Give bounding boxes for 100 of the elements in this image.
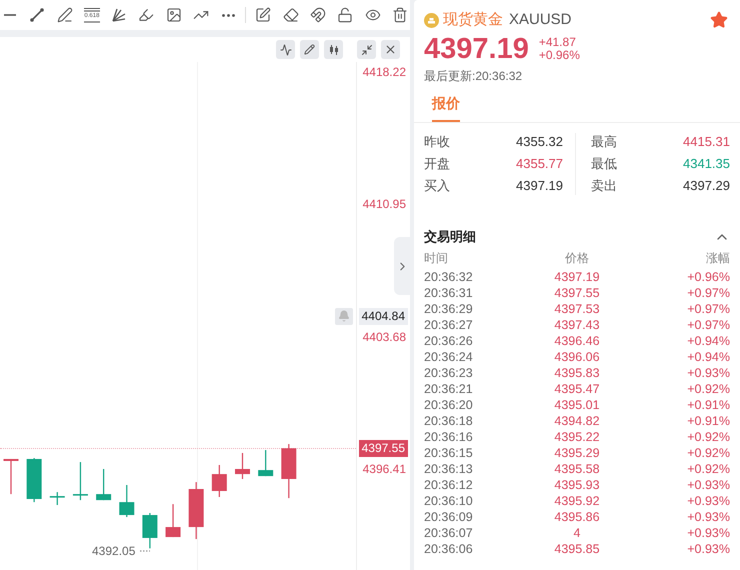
trade-change: +0.93% bbox=[687, 524, 730, 540]
segment-icon bbox=[29, 7, 46, 23]
eye-icon bbox=[364, 7, 380, 23]
trade-price: 4395.47 bbox=[554, 380, 600, 396]
trade-time: 20:36:29 bbox=[424, 300, 473, 316]
trade-time: 20:36:24 bbox=[424, 348, 473, 364]
horizontal-line-icon bbox=[4, 14, 16, 16]
pulse-line-icon bbox=[280, 44, 292, 56]
price-axis-label: 4410.95 bbox=[362, 197, 406, 212]
trade-time: 20:36:15 bbox=[424, 444, 473, 460]
trade-time: 20:36:18 bbox=[424, 412, 473, 428]
instrument-symbol: XAUUSD bbox=[509, 10, 572, 30]
trade-time: 20:36:32 bbox=[424, 268, 473, 284]
trade-price: 4395.83 bbox=[554, 364, 600, 380]
trade-price: 4395.22 bbox=[554, 428, 600, 444]
trade-price: 4397.19 bbox=[554, 268, 600, 284]
trade-change: +0.92% bbox=[687, 428, 730, 444]
trade-change: +0.97% bbox=[687, 284, 730, 300]
stat-value: 4397.19 bbox=[516, 176, 563, 195]
collapse-button[interactable] bbox=[357, 40, 376, 59]
trade-change: +0.96% bbox=[687, 268, 730, 284]
trade-price: 4394.82 bbox=[554, 412, 600, 428]
column-header: 时间 bbox=[424, 250, 448, 266]
price-change: +41.87 bbox=[538, 36, 577, 48]
update-time: 最后更新:20:36:32 bbox=[424, 68, 524, 84]
column-header: 涨幅 bbox=[706, 250, 730, 266]
stat-label: 最低 bbox=[591, 154, 617, 173]
stat-label: 买入 bbox=[424, 176, 450, 195]
column-header: 价格 bbox=[565, 250, 589, 266]
last-price-tag: 4397.55 bbox=[358, 440, 408, 458]
trade-price: 4397.55 bbox=[554, 284, 600, 300]
more-icon bbox=[222, 14, 235, 16]
trade-time: 20:36:10 bbox=[424, 492, 473, 508]
stat-value: 4341.35 bbox=[683, 154, 730, 173]
magnet-icon bbox=[310, 7, 326, 23]
trade-price: 4396.46 bbox=[554, 332, 600, 348]
stat-value: 4397.29 bbox=[683, 176, 730, 195]
trade-change: +0.92% bbox=[687, 460, 730, 476]
level-lines-icon bbox=[84, 8, 100, 12]
leader-line bbox=[140, 548, 150, 553]
star-icon bbox=[710, 11, 728, 30]
low-price-label: 4392.05 bbox=[92, 544, 136, 558]
trade-change: +0.97% bbox=[687, 300, 730, 316]
trade-change: +0.93% bbox=[687, 364, 730, 380]
section-title: 交易明细 bbox=[424, 228, 476, 246]
trade-change: +0.93% bbox=[687, 492, 730, 508]
candle bbox=[212, 464, 227, 498]
candle bbox=[72, 462, 88, 500]
candle-style-button[interactable] bbox=[324, 40, 343, 59]
candle bbox=[142, 513, 158, 548]
panel-expand-handle[interactable] bbox=[394, 237, 410, 295]
price-axis-label: 4418.22 bbox=[362, 65, 406, 79]
trade-time: 20:36:13 bbox=[424, 460, 473, 476]
candle bbox=[50, 492, 65, 506]
current-price-label: 4404.84 bbox=[358, 308, 408, 325]
trade-time: 20:36:09 bbox=[424, 508, 473, 524]
trade-change: +0.94% bbox=[687, 332, 730, 348]
trade-price: 4395.29 bbox=[554, 444, 600, 460]
indicator-button[interactable] bbox=[276, 40, 295, 59]
candle bbox=[26, 458, 42, 502]
trade-change: +0.92% bbox=[687, 380, 730, 396]
trade-change: +0.93% bbox=[687, 508, 730, 524]
candle bbox=[96, 468, 112, 500]
minimize-icon bbox=[360, 44, 372, 56]
trade-price: 4397.43 bbox=[554, 316, 600, 332]
pen-line-icon bbox=[56, 7, 73, 23]
trade-change: +0.93% bbox=[687, 540, 730, 556]
trade-time: 20:36:27 bbox=[424, 316, 473, 332]
candle bbox=[235, 452, 250, 479]
trade-change: +0.97% bbox=[687, 316, 730, 332]
stat-value: 4355.32 bbox=[516, 132, 563, 151]
trade-price: 4395.93 bbox=[554, 476, 600, 492]
trade-time: 20:36:23 bbox=[424, 364, 473, 380]
candle bbox=[4, 458, 18, 494]
draw-button[interactable] bbox=[300, 40, 319, 59]
image-icon bbox=[166, 7, 182, 23]
trade-change: +0.92% bbox=[687, 444, 730, 460]
trade-time: 20:36:12 bbox=[424, 476, 473, 492]
trade-time: 20:36:06 bbox=[424, 540, 473, 556]
stat-value: 4415.31 bbox=[683, 132, 730, 151]
price-change-percent: +0.96% bbox=[538, 48, 580, 62]
trade-change: +0.93% bbox=[687, 476, 730, 492]
trade-price: 4395.01 bbox=[554, 396, 600, 412]
favorite-button[interactable] bbox=[710, 11, 728, 30]
stat-label: 卖出 bbox=[591, 176, 617, 195]
close-button[interactable] bbox=[381, 40, 400, 59]
eraser-icon bbox=[282, 7, 299, 23]
stat-label: 昨收 bbox=[424, 132, 450, 151]
trade-change: +0.91% bbox=[687, 412, 730, 428]
trade-time: 20:36:20 bbox=[424, 396, 473, 412]
trade-price: 4395.58 bbox=[554, 460, 600, 476]
fan-lines-icon bbox=[111, 7, 128, 23]
trade-price: 4395.85 bbox=[554, 540, 600, 556]
trade-price: 4395.86 bbox=[554, 508, 600, 524]
candle bbox=[166, 504, 181, 538]
stat-value: 4355.77 bbox=[516, 154, 563, 173]
instrument-name: 现货黄金 bbox=[443, 10, 503, 30]
price-axis-label: 4396.41 bbox=[362, 462, 406, 476]
trade-time: 20:36:26 bbox=[424, 332, 473, 348]
edit-icon bbox=[255, 7, 272, 23]
